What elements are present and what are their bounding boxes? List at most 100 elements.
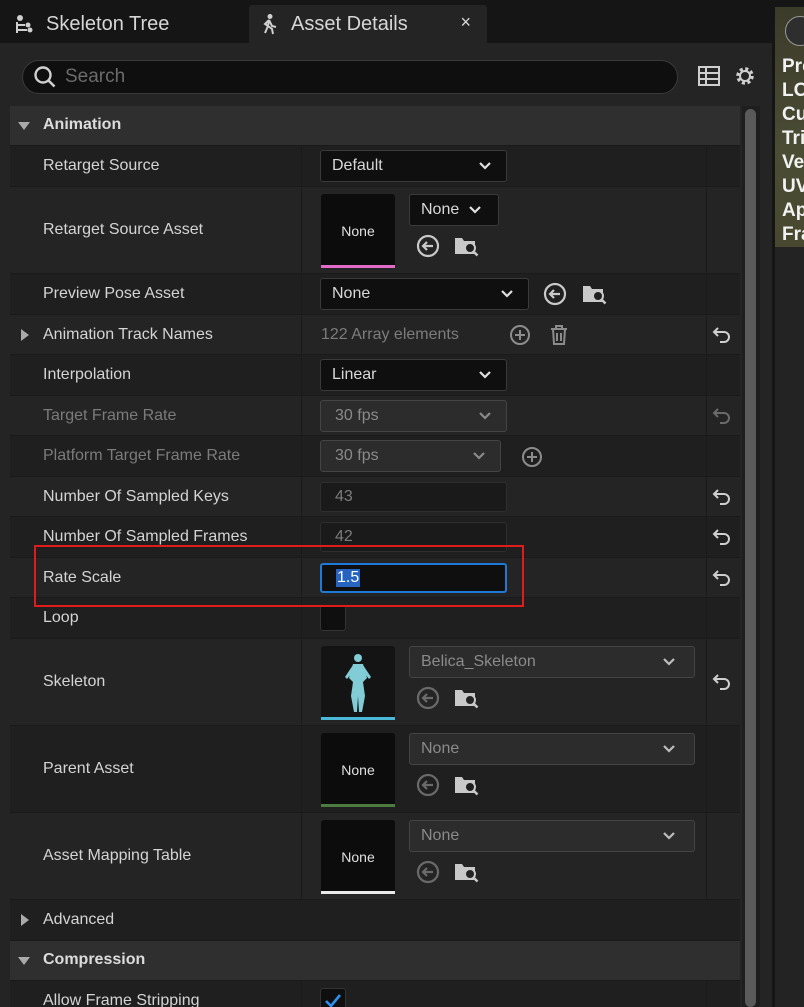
add-element-icon[interactable] <box>507 322 533 348</box>
viewport-stat-line: Tri <box>782 128 804 149</box>
expand-arrow-icon[interactable] <box>21 914 29 926</box>
use-selected-icon[interactable] <box>415 772 441 798</box>
collapse-arrow-icon[interactable] <box>18 122 30 130</box>
close-icon[interactable]: × <box>460 12 471 33</box>
combo-value: None <box>421 201 460 218</box>
browse-icon[interactable] <box>453 233 479 259</box>
viewport-stat-line: Fra <box>782 224 804 245</box>
thumbnail-label: None <box>341 849 375 865</box>
property-label: Retarget Source <box>43 157 160 174</box>
reset-to-default-icon <box>711 405 733 427</box>
rate-scale-input[interactable]: 1.5 <box>320 563 507 593</box>
row-advanced[interactable]: Advanced <box>10 900 740 941</box>
reset-to-default-icon[interactable] <box>711 486 733 508</box>
browse-icon[interactable] <box>453 772 479 798</box>
combo-value: None <box>332 285 371 302</box>
numeric-value: 42 <box>335 528 353 545</box>
retarget-source-asset-combo[interactable]: None <box>409 194 499 226</box>
chevron-down-icon <box>662 655 676 674</box>
asset-thumbnail[interactable]: None <box>321 820 395 894</box>
property-label: Loop <box>43 609 79 626</box>
combo-value: None <box>421 740 460 757</box>
gear-icon[interactable] <box>732 63 758 89</box>
viewport-stat-line: UV <box>782 176 804 197</box>
platform-target-frame-rate-combo: 30 fps <box>320 440 501 472</box>
sampled-keys-value: 43 <box>320 482 507 512</box>
combo-value: 30 fps <box>335 447 379 464</box>
viewport-stat-line: Pre <box>782 56 804 77</box>
interpolation-combo[interactable]: Linear <box>320 359 507 391</box>
add-platform-icon[interactable] <box>519 444 545 470</box>
skeleton-tree-icon <box>10 11 36 37</box>
reset-to-default-icon[interactable] <box>711 567 733 589</box>
use-selected-icon[interactable] <box>542 281 568 307</box>
browse-icon[interactable] <box>453 685 479 711</box>
reset-to-default-icon[interactable] <box>711 324 733 346</box>
search-input[interactable] <box>65 66 625 88</box>
property-label: Number Of Sampled Frames <box>43 528 248 545</box>
skeleton-combo[interactable]: Belica_Skeleton <box>409 646 695 678</box>
table-view-icon[interactable] <box>696 63 722 89</box>
chevron-down-icon <box>468 203 482 222</box>
tab-skeleton-tree[interactable]: Skeleton Tree <box>10 5 246 43</box>
use-selected-icon[interactable] <box>415 685 441 711</box>
numeric-value[interactable]: 1.5 <box>336 569 361 587</box>
scrollbar-thumb[interactable] <box>745 109 756 1007</box>
loop-checkbox[interactable] <box>320 605 346 631</box>
property-label: Platform Target Frame Rate <box>43 447 241 464</box>
thumbnail-label: None <box>341 223 375 239</box>
category-compression[interactable]: Compression <box>10 941 740 981</box>
browse-icon[interactable] <box>453 859 479 885</box>
array-count: 122 Array elements <box>321 326 459 343</box>
property-label: Asset Mapping Table <box>43 847 192 864</box>
property-label: Allow Frame Stripping <box>43 992 200 1007</box>
preview-pose-asset-combo[interactable]: None <box>320 278 529 310</box>
reset-to-default-icon[interactable] <box>711 671 733 693</box>
retarget-source-combo[interactable]: Default <box>320 150 507 182</box>
reset-to-default-icon[interactable] <box>711 526 733 548</box>
allow-frame-stripping-checkbox[interactable] <box>320 988 346 1007</box>
asset-thumbnail[interactable]: None <box>321 194 395 268</box>
row-parent-asset: Parent Asset None None <box>10 726 740 813</box>
thumbnail-label: None <box>341 762 375 778</box>
viewport-stat-line: LO <box>782 80 804 101</box>
combo-value: Belica_Skeleton <box>421 653 536 670</box>
combo-value: Default <box>332 157 383 174</box>
row-number-of-sampled-keys: Number Of Sampled Keys 43 <box>10 477 740 517</box>
asset-thumbnail[interactable]: None <box>321 733 395 807</box>
row-asset-mapping-table: Asset Mapping Table None None <box>10 813 740 900</box>
tab-bar: Skeleton Tree Asset Details × <box>0 0 772 44</box>
row-interpolation: Interpolation Linear <box>10 355 740 396</box>
viewport-stat-line: Ve <box>782 152 804 173</box>
search-icon <box>31 63 59 91</box>
combo-value: Linear <box>332 366 377 383</box>
adjacent-viewport-panel: Pre LO Cu Tri Ve UV Ap Fra <box>775 7 804 1007</box>
details-rows: Animation Retarget Source Default Retarg… <box>10 106 740 1007</box>
chevron-down-icon <box>500 287 514 306</box>
target-frame-rate-combo: 30 fps <box>320 400 507 432</box>
property-label: Number Of Sampled Keys <box>43 488 229 505</box>
use-selected-icon[interactable] <box>415 859 441 885</box>
skeleton-thumbnail[interactable] <box>321 646 395 720</box>
use-selected-icon[interactable] <box>415 233 441 259</box>
property-label: Target Frame Rate <box>43 407 177 424</box>
viewport-stat-line: Cu <box>782 104 804 125</box>
combo-value: 30 fps <box>335 407 379 424</box>
collapse-arrow-icon[interactable] <box>18 957 30 965</box>
browse-icon[interactable] <box>581 281 607 307</box>
trash-icon[interactable] <box>546 322 572 348</box>
asset-mapping-table-combo[interactable]: None <box>409 820 695 852</box>
skeleton-preview-icon <box>345 654 371 712</box>
category-animation[interactable]: Animation <box>10 106 740 146</box>
property-label: Rate Scale <box>43 569 122 586</box>
row-number-of-sampled-frames: Number Of Sampled Frames 42 <box>10 517 740 558</box>
expand-arrow-icon[interactable] <box>21 329 29 341</box>
row-preview-pose-asset: Preview Pose Asset None <box>10 274 740 315</box>
search-bar[interactable] <box>22 60 678 94</box>
animation-asset-icon <box>255 11 281 37</box>
property-label: Parent Asset <box>43 760 134 777</box>
row-retarget-source: Retarget Source Default <box>10 146 740 187</box>
tab-asset-details[interactable]: Asset Details × <box>249 5 487 43</box>
parent-asset-combo[interactable]: None <box>409 733 695 765</box>
property-label: Retarget Source Asset <box>43 221 204 238</box>
